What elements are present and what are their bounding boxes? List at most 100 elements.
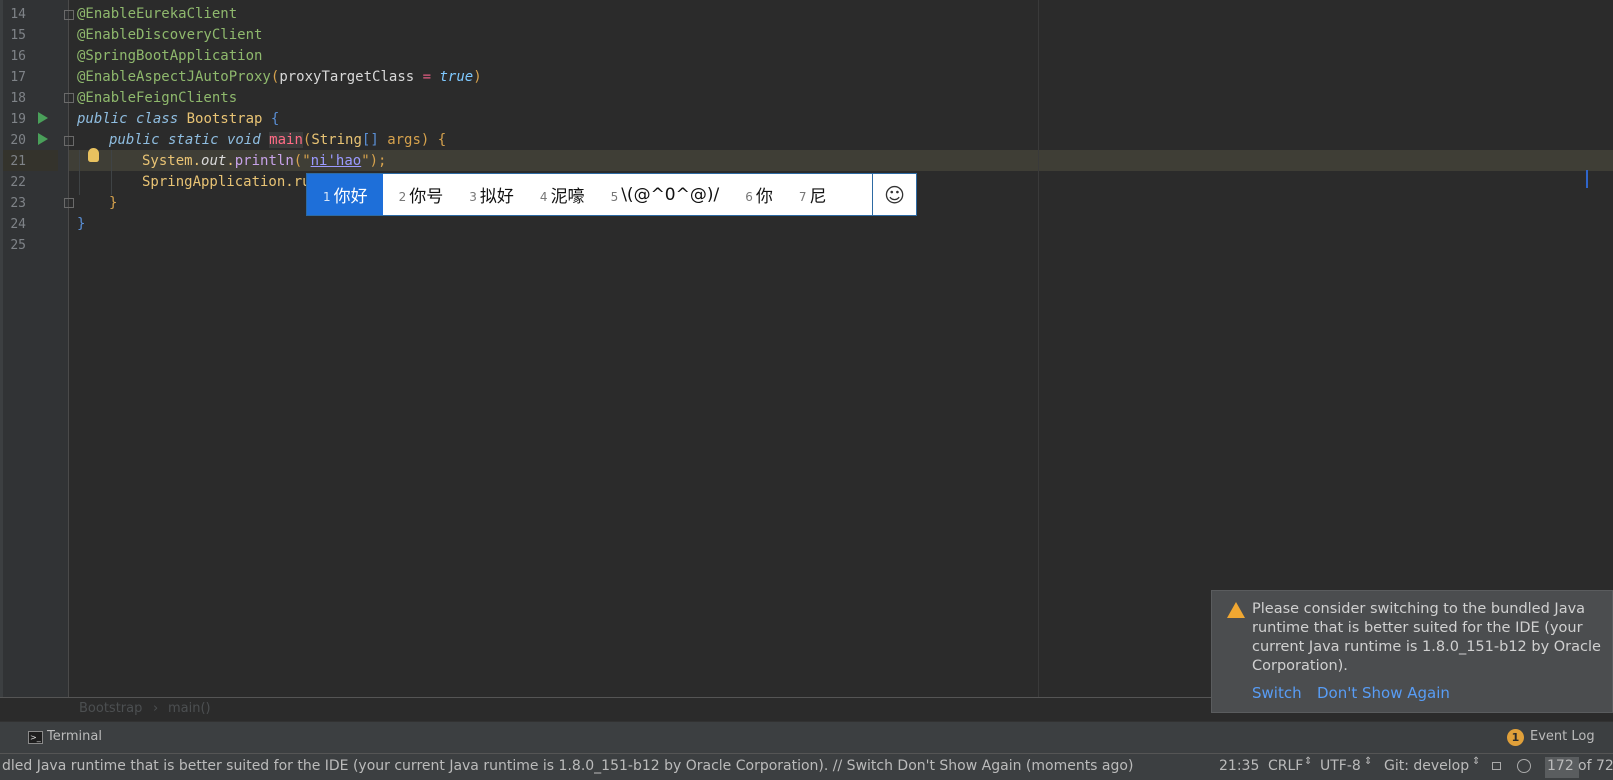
code-token: println [234, 153, 294, 169]
ime-candidate-window[interactable]: 1 你好 2 你号 3 拟好 4 泥嚎 5 \(@^0^@)/ 6你 7尼 ☺ [306, 173, 917, 216]
code-line: @EnableDiscoveryClient [77, 27, 263, 43]
code-token: Bootstrap [186, 111, 263, 127]
code-token: proxyTargetClass [279, 69, 415, 85]
code-token: true [439, 69, 474, 85]
terminal-icon: >_ [28, 731, 43, 744]
line-number: 24 [10, 217, 26, 232]
candidate-number: 7 [798, 189, 807, 204]
run-gutter-icon[interactable] [38, 112, 48, 124]
candidate-text: 你好 [333, 187, 368, 207]
code-token: out [201, 153, 227, 169]
tool-window-bar: >_ Terminal 1 Event Log [0, 721, 1613, 753]
code-token: ) [420, 132, 430, 148]
code-token: public static void [109, 132, 261, 148]
status-message[interactable]: dled Java runtime that is better suited … [2, 758, 1133, 774]
line-number: 15 [10, 28, 26, 43]
ime-candidate[interactable]: 6你 [729, 174, 783, 215]
indent-guide [111, 150, 112, 195]
code-line: } [77, 216, 86, 232]
candidate-number: 4 [539, 189, 548, 204]
warning-icon [1227, 602, 1245, 618]
code-token: args [387, 132, 421, 148]
line-number: 17 [10, 70, 26, 85]
code-line: @EnableFeignClients [77, 90, 238, 106]
ime-composition-text[interactable]: ni'hao [311, 153, 362, 169]
candidate-number: 1 [323, 189, 331, 204]
chevron-updown-icon: ⇕ [1472, 756, 1481, 767]
code-token: . [226, 153, 235, 169]
run-gutter-icon[interactable] [38, 133, 48, 145]
code-token: ) [473, 69, 482, 85]
code-line: @EnableAspectJAutoProxy(proxyTargetClass… [77, 67, 482, 88]
candidate-number: 5 [610, 189, 619, 204]
lock-icon[interactable] [1492, 762, 1501, 770]
candidate-text: 泥嚎 [550, 187, 585, 207]
fold-marker-icon[interactable] [64, 10, 74, 20]
candidate-text: 尼 [809, 187, 827, 207]
code-token: { [270, 111, 280, 127]
ime-candidate[interactable]: 2 你号 [383, 174, 454, 215]
file-encoding[interactable]: UTF-8 [1320, 758, 1361, 774]
lightbulb-icon[interactable] [88, 148, 99, 162]
line-number: 25 [10, 238, 26, 253]
candidate-text: 你号 [409, 187, 444, 207]
code-line: @SpringBootApplication [77, 48, 263, 64]
fold-marker-icon[interactable] [64, 198, 74, 208]
line-number: 21 [10, 154, 26, 169]
candidate-text: \(@^0^@)/ [621, 184, 720, 205]
code-line: @EnableEurekaClient [77, 6, 238, 22]
inspector-icon[interactable] [1517, 759, 1531, 773]
line-number: 14 [10, 7, 26, 22]
memory-total: of 72 [1578, 758, 1613, 774]
line-number: 18 [10, 91, 26, 106]
code-line: SpringApplication.run [142, 174, 320, 190]
scrollbar-marker [1586, 170, 1588, 188]
candidate-number: 3 [469, 189, 477, 204]
line-number: 16 [10, 49, 26, 64]
code-line: public static void main(String[] args) { [109, 130, 446, 151]
notification-balloon[interactable]: Please consider switching to the bundled… [1211, 590, 1613, 713]
right-margin-guide [1038, 0, 1039, 697]
code-token: System. [142, 153, 202, 169]
line-number: 19 [10, 112, 26, 127]
code-token: String [311, 132, 362, 148]
event-log-tab[interactable]: Event Log [1530, 729, 1595, 744]
code-line: public class Bootstrap { [77, 109, 279, 130]
ime-candidate[interactable]: 3 拟好 [453, 174, 524, 215]
code-token: main [269, 132, 303, 148]
line-number: 23 [10, 196, 26, 211]
ime-candidate[interactable]: 5 \(@^0^@)/ [595, 174, 730, 215]
candidate-number: 2 [398, 189, 407, 204]
breadcrumb-method[interactable]: main() [168, 701, 211, 716]
code-token: { [437, 132, 447, 148]
event-count-badge: 1 [1507, 729, 1524, 746]
code-line: System.out.println("ni'hao"); [142, 151, 387, 172]
candidate-number: 6 [745, 189, 753, 204]
code-token: (" [293, 153, 311, 169]
line-separator[interactable]: CRLF [1268, 758, 1303, 774]
chevron-updown-icon: ⇕ [1364, 756, 1373, 767]
chevron-updown-icon: ⇕ [1304, 756, 1313, 767]
indent-guide [79, 150, 80, 195]
code-token: "); [361, 153, 387, 169]
line-number: 22 [10, 175, 26, 190]
ime-candidate[interactable]: 1 你好 [307, 174, 383, 215]
notification-message: Please consider switching to the bundled… [1252, 601, 1601, 674]
git-branch[interactable]: Git: develop [1384, 758, 1469, 774]
fold-marker-icon[interactable] [64, 136, 74, 146]
emoji-button-icon[interactable]: ☺ [872, 174, 916, 215]
ime-candidate[interactable]: 4 泥嚎 [524, 174, 595, 215]
code-token: = [414, 69, 440, 85]
dont-show-again-link[interactable]: Don't Show Again [1317, 684, 1450, 702]
fold-marker-icon[interactable] [64, 93, 74, 103]
code-line: } [109, 195, 118, 211]
breadcrumb-separator: › [153, 701, 159, 716]
terminal-tab[interactable]: Terminal [47, 729, 102, 744]
breadcrumb-class[interactable]: Bootstrap [79, 701, 142, 716]
switch-link[interactable]: Switch [1252, 684, 1302, 702]
status-bar: dled Java runtime that is better suited … [0, 753, 1613, 780]
caret-position[interactable]: 21:35 [1219, 758, 1259, 774]
candidate-text: 拟好 [479, 187, 514, 207]
code-token: public class [77, 111, 179, 127]
ime-candidate[interactable]: 7尼 [783, 174, 837, 215]
